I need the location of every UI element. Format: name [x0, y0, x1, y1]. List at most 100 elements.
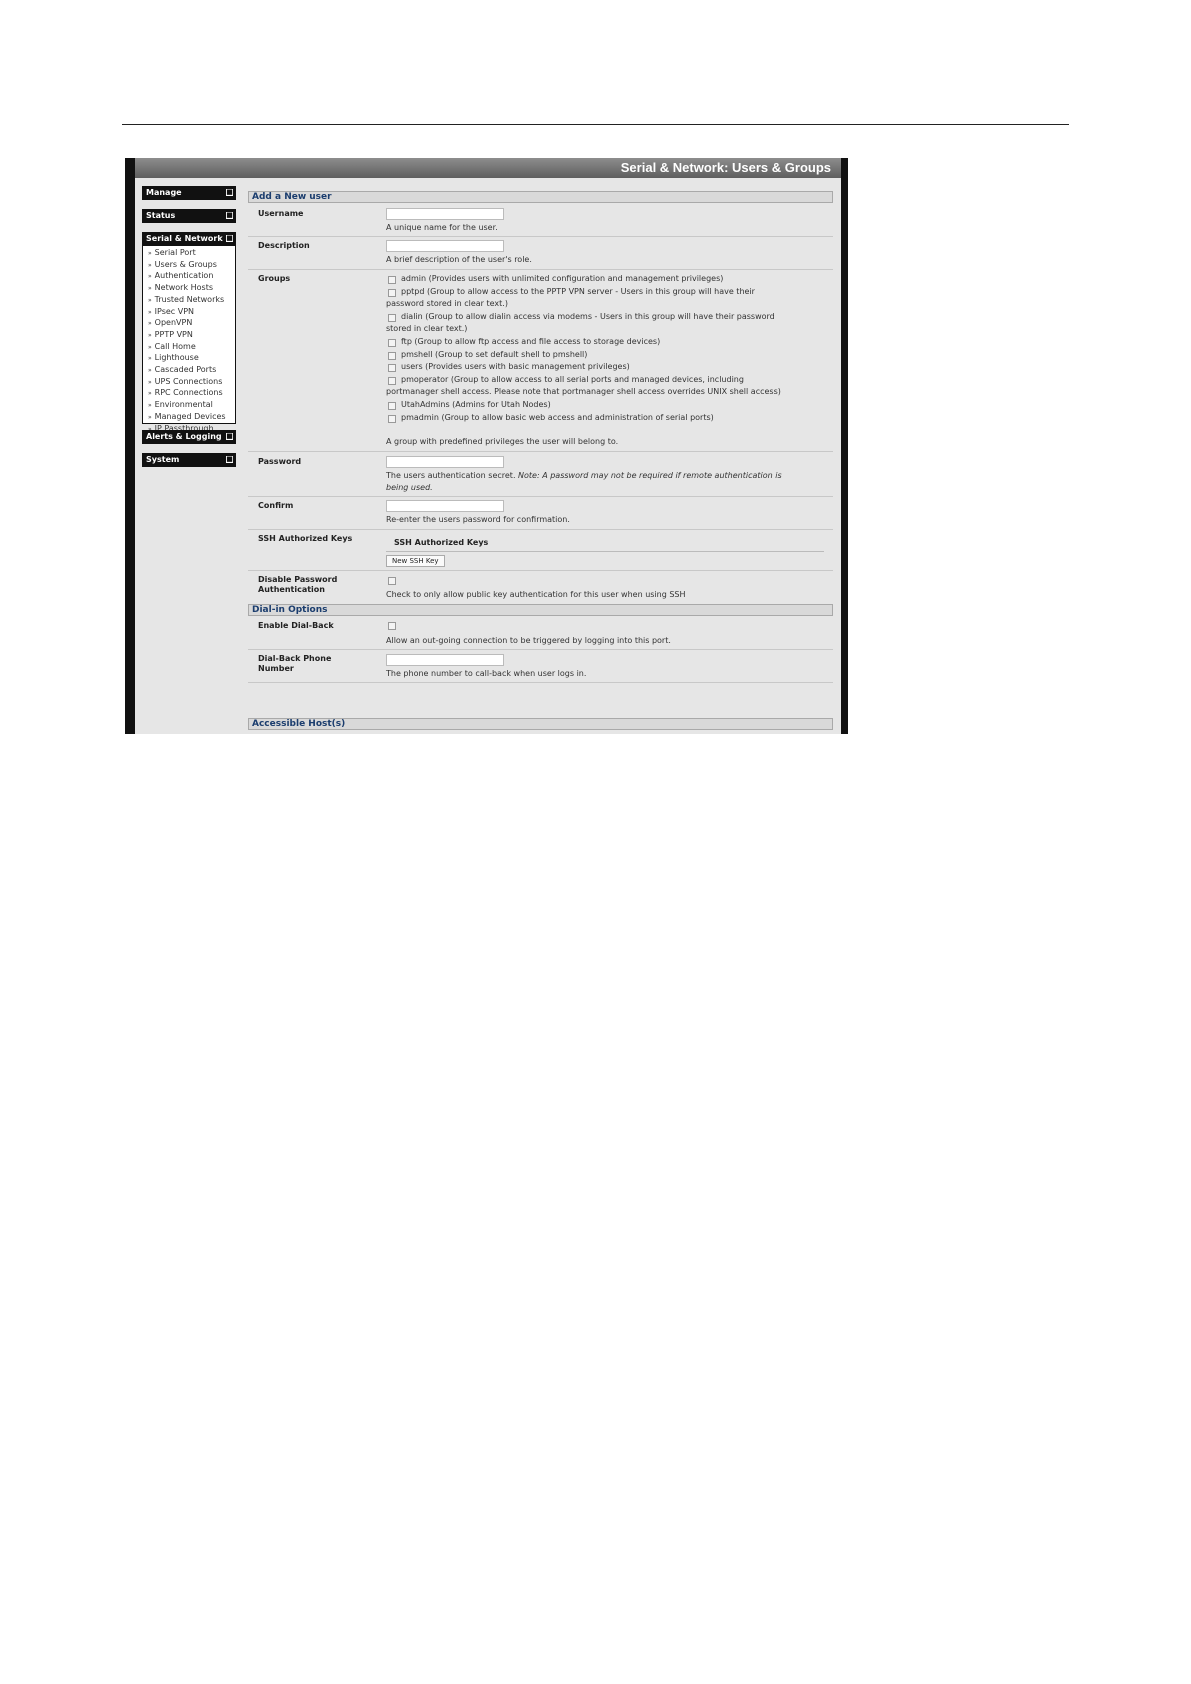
nav-system[interactable]: System ■: [142, 453, 236, 467]
nav-item-label: Authentication: [154, 271, 214, 281]
disable-password-checkbox[interactable]: [388, 577, 396, 585]
bullet-icon: »: [148, 367, 152, 375]
confirm-input[interactable]: [386, 500, 504, 512]
group-users-label: users (Provides users with basic managem…: [401, 362, 630, 371]
nav-item-ipsec-vpn[interactable]: » IPsec VPN: [143, 307, 235, 319]
nav-item-lighthouse[interactable]: » Lighthouse: [143, 353, 235, 365]
nav-item-label: Serial Port: [154, 248, 196, 257]
nav-item-label: IPsec VPN: [154, 306, 195, 316]
bullet-icon: »: [148, 413, 152, 421]
dialback-phone-label-line2: Number: [258, 664, 294, 673]
password-note-cont: being used.: [386, 483, 433, 492]
nav-item-label: Environmental: [154, 400, 213, 410]
expand-icon[interactable]: ■: [226, 189, 233, 196]
nav-item-ups-connections[interactable]: » UPS Connections: [143, 377, 235, 389]
bullet-icon: »: [148, 261, 152, 269]
nav-manage[interactable]: Manage ■: [142, 186, 236, 200]
description-label: Description: [258, 241, 310, 250]
bullet-icon: »: [148, 390, 152, 398]
password-input[interactable]: [386, 456, 504, 468]
bullet-icon: »: [148, 402, 152, 410]
groups-label: Groups: [258, 274, 291, 283]
enable-dialback-label: Enable Dial-Back: [258, 621, 334, 630]
nav-serial-network[interactable]: Serial & Network ■: [142, 232, 236, 246]
disable-password-label: Disable Password Authentication: [258, 575, 376, 595]
nav-item-rpc-connections[interactable]: » RPC Connections: [143, 388, 235, 400]
confirm-label: Confirm: [258, 501, 294, 510]
bullet-icon: »: [148, 296, 152, 304]
groups-help: A group with predefined privileges the u…: [386, 437, 619, 446]
bullet-icon: »: [148, 343, 152, 351]
nav-item-label: RPC Connections: [154, 388, 223, 398]
nav-item-serial-port[interactable]: » Serial Port: [143, 248, 235, 260]
description-input[interactable]: [386, 240, 504, 252]
row-divider: [248, 649, 833, 650]
expand-icon[interactable]: ■: [226, 456, 233, 463]
dialback-phone-input[interactable]: [386, 654, 504, 666]
collapse-icon[interactable]: ■: [226, 235, 233, 242]
nav-item-authentication[interactable]: » Authentication: [143, 271, 235, 283]
password-help-cont: being used.: [386, 482, 811, 494]
description-help: A brief description of the user's role.: [386, 255, 532, 264]
confirm-help: Re-enter the users password for confirma…: [386, 515, 570, 524]
bullet-icon: »: [148, 331, 152, 339]
group-pmoperator-label-cont: portmanager shell access. Please note th…: [386, 387, 781, 396]
group-pptpd-label: pptpd (Group to allow access to the PPTP…: [401, 287, 755, 296]
password-help: The users authentication secret. Note: A…: [386, 470, 811, 482]
nav-item-label: Network Hosts: [154, 283, 213, 293]
screenshot-window: Serial & Network: Users & Groups Manage ■…: [125, 158, 848, 734]
username-input[interactable]: [386, 208, 504, 220]
group-dialin-label-cont: stored in clear text.): [386, 324, 468, 333]
disable-password-label-line2: Authentication: [258, 585, 325, 594]
username-help: A unique name for the user.: [386, 223, 498, 232]
ssh-keys-divider: [386, 551, 824, 552]
disable-password-label-line1: Disable Password: [258, 575, 338, 584]
expand-icon[interactable]: ■: [226, 433, 233, 440]
nav-item-users-groups[interactable]: » Users & Groups: [143, 260, 235, 272]
dialback-phone-label-line1: Dial-Back Phone: [258, 654, 332, 663]
group-dialin-label: dialin (Group to allow dialin access via…: [401, 312, 775, 321]
group-admin-label: admin (Provides users with unlimited con…: [401, 274, 724, 283]
page-top-rule: [122, 124, 1069, 125]
nav-item-managed-devices[interactable]: » Managed Devices: [143, 412, 235, 424]
bullet-icon: »: [148, 308, 152, 316]
nav-item-cascaded-ports[interactable]: » Cascaded Ports: [143, 365, 235, 377]
nav-item-trusted-networks[interactable]: » Trusted Networks: [143, 295, 235, 307]
nav-serial-network-label: Serial & Network: [146, 234, 223, 243]
group-pmadmin-label: pmadmin (Group to allow basic web access…: [401, 413, 714, 422]
window-right-border: [841, 158, 848, 734]
group-pmoperator-label: pmoperator (Group to allow access to all…: [401, 375, 744, 384]
bullet-icon: »: [148, 378, 152, 386]
nav-item-openvpn[interactable]: » OpenVPN: [143, 318, 235, 330]
dialback-phone-label: Dial-Back Phone Number: [258, 654, 376, 674]
disable-password-help: Check to only allow public key authentic…: [386, 590, 686, 599]
nav-item-call-home[interactable]: » Call Home: [143, 342, 235, 354]
nav-item-environmental[interactable]: » Environmental: [143, 400, 235, 412]
section-accessible-hosts: Accessible Host(s): [248, 718, 833, 730]
nav-manage-label: Manage: [146, 188, 182, 197]
nav-serial-network-menu: » Serial Port » Users & Groups » Authentica…: [142, 246, 236, 433]
enable-dialback-help: Allow an out-going connection to be trig…: [386, 636, 671, 645]
section-add-new-user: Add a New user: [248, 191, 833, 203]
nav-item-label: PPTP VPN: [154, 329, 193, 339]
expand-icon[interactable]: ■: [226, 212, 233, 219]
password-label: Password: [258, 457, 302, 466]
new-ssh-key-button[interactable]: New SSH Key: [386, 555, 445, 567]
dialback-phone-help: The phone number to call-back when user …: [386, 669, 587, 678]
row-divider: [248, 451, 833, 452]
row-divider: [248, 496, 833, 497]
nav-item-network-hosts[interactable]: » Network Hosts: [143, 283, 235, 295]
nav-status[interactable]: Status ■: [142, 209, 236, 223]
bullet-icon: »: [148, 250, 152, 257]
enable-dialback-checkbox[interactable]: [388, 622, 396, 630]
group-ftp-label: ftp (Group to allow ftp access and file …: [401, 337, 661, 346]
nav-item-pptp-vpn[interactable]: » PPTP VPN: [143, 330, 235, 342]
nav-item-label: Trusted Networks: [154, 294, 225, 304]
nav-system-label: System: [146, 455, 180, 464]
group-utahadmins-label: UtahAdmins (Admins for Utah Nodes): [401, 400, 551, 409]
nav-item-label: Call Home: [154, 341, 196, 351]
nav-item-label: Users & Groups: [154, 259, 217, 269]
nav-alerts-logging[interactable]: Alerts & Logging ■: [142, 430, 236, 444]
nav-status-label: Status: [146, 211, 176, 220]
nav-item-label: OpenVPN: [154, 318, 193, 328]
